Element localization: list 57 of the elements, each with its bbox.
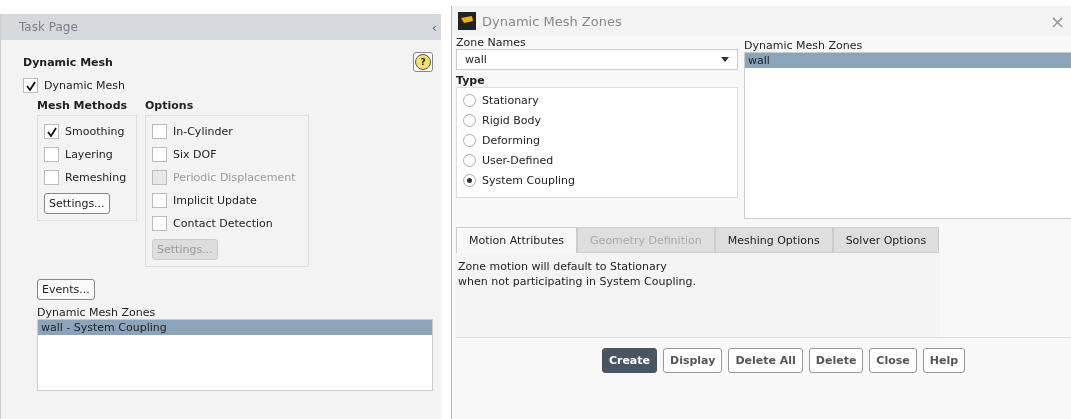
radio-label: Rigid Body: [482, 113, 541, 127]
app-icon: [458, 12, 476, 30]
zone-dropdown[interactable]: wall: [456, 49, 738, 70]
message-text: Zone motion will default to Stationary when not participating in System Coupling.: [456, 253, 940, 337]
list-item[interactable]: wall - System Coupling: [38, 320, 432, 335]
radio-label: Deforming: [482, 133, 540, 147]
list-label: Dynamic Mesh Zones: [744, 39, 864, 52]
dialog-button[interactable]: Help: [922, 348, 966, 373]
dialog-title: Dynamic Mesh Zones: [482, 13, 623, 29]
checkbox-label: Smoothing: [65, 125, 125, 138]
dialog-button[interactable]: Display: [663, 348, 723, 373]
help-button[interactable]: ?: [413, 52, 433, 72]
list-item[interactable]: wall: [745, 53, 1071, 68]
radio-label: Stationary: [482, 93, 539, 107]
dialog-button[interactable]: Create: [601, 348, 657, 373]
section-heading: Dynamic Mesh: [23, 55, 113, 69]
checkbox-label: Implicit Update: [173, 194, 257, 207]
radio-button[interactable]: [463, 93, 476, 107]
checkbox[interactable]: [44, 124, 59, 139]
tab[interactable]: Solver Options: [832, 227, 940, 253]
radio-button[interactable]: [463, 113, 476, 127]
dialog-button[interactable]: Delete: [808, 348, 864, 373]
check-icon: [46, 126, 57, 137]
dialog-button[interactable]: Close: [869, 348, 917, 373]
tab[interactable]: Meshing Options: [714, 227, 833, 253]
checkbox[interactable]: [152, 193, 167, 208]
caret-icon: [721, 57, 729, 62]
checkbox-label: Dynamic Mesh: [44, 79, 125, 92]
checkbox[interactable]: [152, 216, 167, 231]
checkbox[interactable]: [44, 170, 59, 185]
radio-label: User-Defined: [482, 153, 554, 167]
list-label: Dynamic Mesh Zones: [37, 306, 157, 319]
checkbox[interactable]: [152, 124, 167, 139]
panel-title: Task Page: [19, 20, 78, 34]
tab[interactable]: Motion Attributes: [456, 227, 578, 253]
checkbox[interactable]: [152, 147, 167, 162]
group-title: Type: [456, 74, 486, 87]
checkbox[interactable]: [23, 78, 38, 93]
checkbox-label: Contact Detection: [173, 217, 273, 230]
events-button[interactable]: Events...: [37, 279, 95, 300]
checkbox-label: In-Cylinder: [173, 125, 233, 138]
check-icon: [25, 80, 36, 91]
checkbox-label: Remeshing: [65, 171, 127, 184]
group-title: Mesh Methods: [37, 98, 129, 114]
checkbox-label: Periodic Displacement: [173, 171, 296, 184]
radio-button[interactable]: [463, 173, 476, 187]
field-label: Zone Names: [456, 36, 527, 49]
radio-button[interactable]: [463, 153, 476, 167]
collapse-button[interactable]: ‹: [431, 19, 437, 35]
checkbox-label: Six DOF: [173, 148, 217, 161]
radio-button[interactable]: [463, 133, 476, 147]
settings-button[interactable]: Settings...: [44, 193, 110, 214]
checkbox-label: Layering: [65, 148, 113, 161]
dialog-button[interactable]: Delete All: [728, 348, 803, 373]
group-title: Options: [145, 98, 195, 114]
radio-label: System Coupling: [482, 173, 575, 187]
checkbox[interactable]: [44, 147, 59, 162]
